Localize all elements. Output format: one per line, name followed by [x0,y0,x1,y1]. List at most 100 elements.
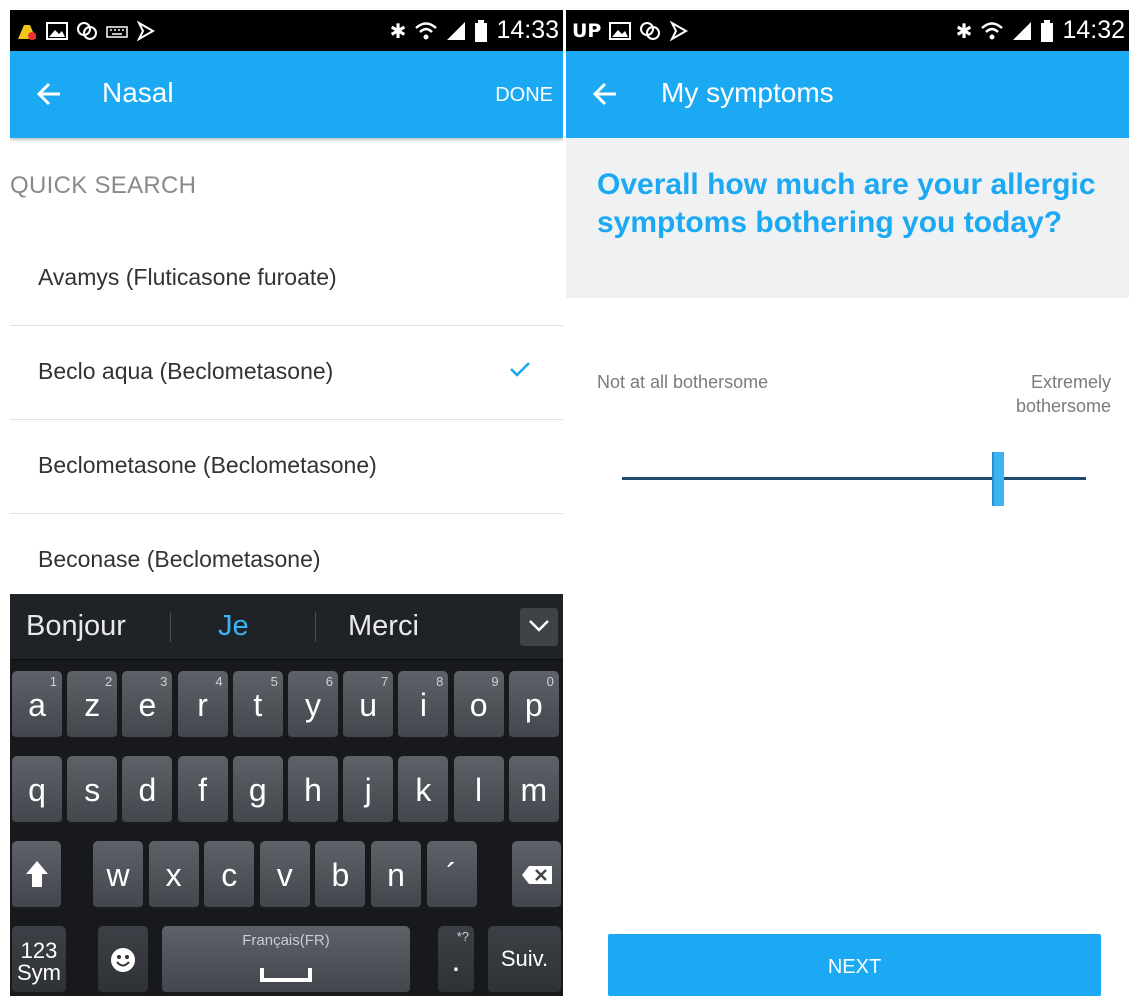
key-b[interactable]: b [315,841,366,909]
emoji-key[interactable] [98,926,148,994]
backspace-icon [522,866,552,884]
key-z[interactable]: 2z [67,671,118,739]
app-bar: Nasal DONE [10,51,563,138]
key-label: d [138,772,157,808]
key-g[interactable]: g [232,756,283,824]
key-accent[interactable]: ´ [426,841,477,909]
key-q[interactable]: q [12,756,62,824]
bluetooth-icon: ✱ [389,18,407,43]
suggestion[interactable]: Bonjour [26,610,126,643]
list-item[interactable]: Beclo aqua (Beclometasone) [10,326,563,420]
key-t[interactable]: 5t [232,671,283,739]
sync-icon [639,21,661,41]
key-label: q [28,772,46,808]
next-button[interactable]: NEXT [608,934,1101,996]
divider [170,612,171,642]
key-k[interactable]: k [398,756,449,824]
next-key[interactable]: Suiv. [488,926,561,994]
slider-track[interactable] [622,477,1086,480]
keyboard: Bonjour Je Merci 1a2z3e4r5t6y7u8i9o0p q s… [10,594,563,996]
key-label: r [197,687,208,723]
key-d[interactable]: d [122,756,173,824]
key-label: c [221,857,238,893]
key-n[interactable]: n [371,841,421,909]
key-x[interactable]: x [148,841,199,909]
key-label: m [520,772,548,808]
suggestion-bar: Bonjour Je Merci [10,594,563,660]
key-label: a [28,687,46,723]
key-w[interactable]: w [93,841,143,909]
symptoms-screen: UP ✱ 14:32 My symptoms Overall how much … [566,0,1129,996]
collapse-keyboard-button[interactable] [520,608,558,646]
key-label: y [305,687,321,723]
signal-icon [446,21,466,41]
key-label: s [84,772,101,808]
key-s[interactable]: s [67,756,118,824]
done-button[interactable]: DONE [495,84,553,107]
carrier-label: UP [572,19,602,42]
key-o[interactable]: 9o [453,671,504,739]
back-arrow-icon[interactable] [36,81,62,107]
wifi-icon [414,20,438,42]
list-item[interactable]: Beconase (Beclometasone) [10,514,563,594]
key-label: v [276,857,293,893]
question-text: Overall how much are your allergic sympt… [597,168,1096,239]
symbols-key[interactable]: 123 Sym [12,926,66,994]
shift-arrow-icon [26,861,48,887]
slider-max-label: Extremely bothersome [1015,372,1111,416]
key-l[interactable]: l [453,756,504,824]
key-i[interactable]: 8i [398,671,449,739]
key-v[interactable]: v [259,841,310,909]
key-h[interactable]: h [288,756,338,824]
key-y[interactable]: 6y [288,671,338,739]
keyboard-icon [106,21,128,41]
clock: 14:33 [496,16,559,44]
key-label: e [138,687,157,723]
period-key[interactable]: *? . [438,926,474,994]
next-button-label: NEXT [827,956,882,978]
status-bar: UP ✱ 14:32 [566,10,1129,51]
status-bar: ✱ 14:33 [10,10,563,51]
key-label: j [364,772,372,808]
key-f[interactable]: f [177,756,228,824]
bluetooth-icon: ✱ [955,18,973,43]
clock: 14:32 [1062,16,1125,44]
key-r[interactable]: 4r [177,671,228,739]
back-arrow-icon[interactable] [592,81,618,107]
key-label: p [524,687,543,723]
gallery-icon [46,21,68,41]
key-label: b [331,857,350,893]
section-title: QUICK SEARCH [10,172,197,199]
list-item-label: Beclometasone (Beclometasone) [38,452,377,478]
key-label: . [451,942,461,978]
key-j[interactable]: j [343,756,394,824]
key-label: ´ [446,857,457,893]
key-m[interactable]: m [508,756,559,824]
key-label: l [475,772,483,808]
key-e[interactable]: 3e [122,671,173,739]
signal-icon [1012,21,1032,41]
key-a[interactable]: 1a [12,671,62,739]
suggestion[interactable]: Merci [348,610,419,643]
space-key[interactable]: Français(FR) [162,926,410,994]
backspace-key[interactable] [512,841,561,909]
app-bar: My symptoms [566,51,1129,138]
page-title: Nasal [102,77,174,108]
shift-key[interactable] [12,841,61,909]
key-c[interactable]: c [204,841,255,909]
list-item[interactable]: Avamys (Fluticasone furoate) [10,232,563,326]
divider [315,612,316,642]
key-p[interactable]: 0p [508,671,559,739]
key-label: Suiv. [500,946,549,971]
slider-thumb[interactable] [991,452,1004,506]
battery-icon [474,19,488,42]
list-item[interactable]: Beclometasone (Beclometasone) [10,420,563,514]
key-label: k [415,772,432,808]
key-u[interactable]: 7u [343,671,394,739]
flag-icon [136,20,156,41]
nasal-screen: ✱ 14:33 Nasal DONE QUICK SEARCH Avamys (… [10,0,563,996]
suggestion[interactable]: Je [218,610,249,643]
key-label: g [248,772,267,808]
key-label: u [359,687,378,723]
chevron-down-icon [529,620,549,632]
